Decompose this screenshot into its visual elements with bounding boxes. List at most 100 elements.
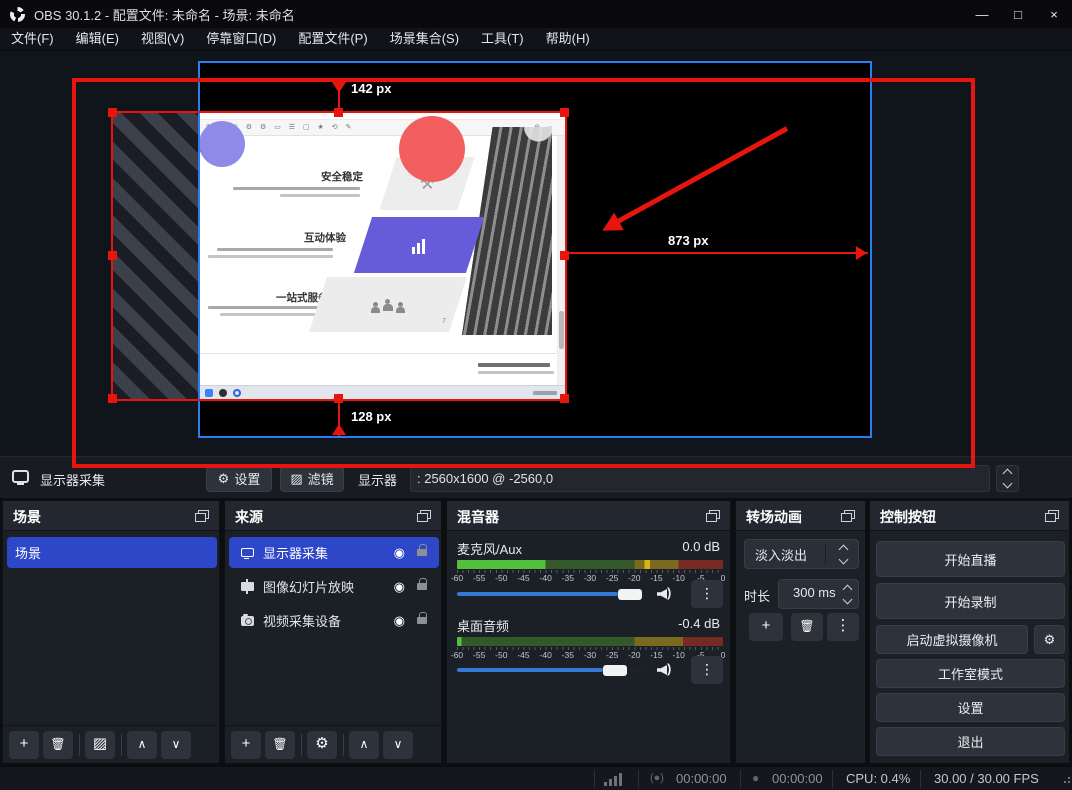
selection-handle-top-center[interactable] <box>334 108 343 117</box>
menu-help[interactable]: 帮助(H) <box>535 28 601 50</box>
transition-options-button[interactable]: ⋮ <box>827 613 859 641</box>
scene-item[interactable]: 场景 <box>7 537 217 568</box>
popout-dock-icon[interactable] <box>417 510 431 522</box>
scene-filters-button[interactable]: ▨ <box>85 731 115 759</box>
meter-scale-label: -55 <box>473 650 485 660</box>
meter-scale-label: -25 <box>606 650 618 660</box>
meter-scale-label: -30 <box>584 650 596 660</box>
start-streaming-button[interactable]: 开始直播 <box>876 541 1065 577</box>
monitor-icon <box>12 470 29 483</box>
volume-slider[interactable] <box>457 587 645 601</box>
menu-file[interactable]: 文件(F) <box>0 28 65 50</box>
selection-handle-bottom-center[interactable] <box>334 394 343 403</box>
settings-button[interactable]: 设置 <box>876 693 1065 722</box>
minimize-button[interactable]: — <box>964 0 1000 28</box>
cpu-usage: CPU: 0.4% <box>846 771 910 786</box>
popout-dock-icon[interactable] <box>706 510 720 522</box>
add-transition-button[interactable]: + <box>749 613 783 641</box>
meter-scale-label: -35 <box>562 650 574 660</box>
transition-select[interactable]: 淡入淡出 <box>744 539 859 569</box>
lock-icon[interactable] <box>417 583 427 590</box>
meter-scale: -60-55-50-45-40-35-30-25-20-15-10-50 <box>457 647 723 661</box>
exit-button[interactable]: 退出 <box>876 727 1065 756</box>
meter-scale-label: -25 <box>606 573 618 583</box>
sources-panel: 来源 显示器采集 ◉ 图像幻灯片放映 ◉ 视频采集设备 ◉ + 🗑 ⚙ ∧ <box>224 500 442 764</box>
selection-handle-middle-left[interactable] <box>108 251 117 260</box>
start-virtual-camera-button[interactable]: 启动虚拟摄像机 <box>876 625 1028 654</box>
selection-handle-top-right[interactable] <box>560 108 569 117</box>
popout-dock-icon[interactable] <box>841 510 855 522</box>
menu-tools[interactable]: 工具(T) <box>470 28 535 50</box>
source-selection-box[interactable] <box>111 111 567 401</box>
source-filters-button[interactable]: ▨滤镜 <box>280 465 344 492</box>
channel-options-button[interactable]: ⋮ <box>691 580 723 608</box>
virtual-camera-settings-button[interactable]: ⚙ <box>1034 625 1065 654</box>
record-time: 00:00:00 <box>772 771 823 786</box>
sources-title: 来源 <box>235 507 263 527</box>
remove-transition-button[interactable]: 🗑 <box>791 613 823 641</box>
studio-mode-button[interactable]: 工作室模式 <box>876 659 1065 688</box>
menu-scene-collection[interactable]: 场景集合(S) <box>379 28 470 50</box>
menu-view[interactable]: 视图(V) <box>130 28 195 50</box>
menu-profile[interactable]: 配置文件(P) <box>287 28 378 50</box>
volume-meter <box>457 560 723 569</box>
remove-scene-button[interactable]: 🗑 <box>43 731 73 759</box>
close-button[interactable]: × <box>1036 0 1072 28</box>
channel-db-value: -0.4 dB <box>678 616 720 631</box>
volume-meter <box>457 637 723 646</box>
filter-icon: ▨ <box>290 471 302 487</box>
maximize-button[interactable]: □ <box>1000 0 1036 28</box>
channel-options-button[interactable]: ⋮ <box>691 656 723 684</box>
resize-grip[interactable] <box>1064 781 1066 783</box>
preview-area[interactable]: Ⅱ ✕ ▢ ⚙ ⚙ ▭ ☰ ▢ ★ ⟲ ✎ ⊖ ⋯ 播优点 ≋ 安全稳定 互动体… <box>0 51 1072 456</box>
add-source-button[interactable]: + <box>231 731 261 759</box>
source-properties-button[interactable]: ⚙ <box>307 731 337 759</box>
selection-handle-bottom-left[interactable] <box>108 394 117 403</box>
source-properties-button[interactable]: ⚙设置 <box>206 465 272 492</box>
channel-name: 桌面音频 <box>457 616 509 635</box>
obs-logo-icon <box>10 7 25 22</box>
spacing-arrow-top <box>332 82 346 93</box>
add-scene-button[interactable]: + <box>9 731 39 759</box>
monitor-select-spinner[interactable] <box>996 465 1019 492</box>
spacing-arrow-bottom <box>332 424 346 435</box>
visibility-eye-icon[interactable]: ◉ <box>394 613 405 629</box>
monitor-select-label: 显示器 <box>358 470 397 489</box>
start-recording-button[interactable]: 开始录制 <box>876 583 1065 619</box>
source-row-video-capture[interactable]: 视频采集设备 ◉ <box>229 605 439 636</box>
stream-status-icon: (●) <box>650 772 664 784</box>
menu-docks[interactable]: 停靠窗口(D) <box>195 28 287 50</box>
selection-handle-middle-right[interactable] <box>560 251 569 260</box>
channel-name: 麦克风/Aux <box>457 539 522 558</box>
move-source-down-button[interactable]: ∨ <box>383 731 413 759</box>
visibility-eye-icon[interactable]: ◉ <box>394 579 405 595</box>
move-scene-down-button[interactable]: ∨ <box>161 731 191 759</box>
move-scene-up-button[interactable]: ∧ <box>127 731 157 759</box>
duration-spinbox[interactable]: 300 ms <box>778 579 859 609</box>
visibility-eye-icon[interactable]: ◉ <box>394 545 405 561</box>
popout-dock-icon[interactable] <box>195 510 209 522</box>
volume-slider[interactable] <box>457 663 645 677</box>
fps-indicator: 30.00 / 30.00 FPS <box>934 771 1039 786</box>
move-source-up-button[interactable]: ∧ <box>349 731 379 759</box>
transitions-panel: 转场动画 淡入淡出 时长 300 ms + 🗑 ⋮ <box>735 500 866 764</box>
monitor-select-dropdown[interactable]: : 2560x1600 @ -2560,0 <box>410 465 990 492</box>
source-row-display-capture[interactable]: 显示器采集 ◉ <box>229 537 439 568</box>
transitions-title: 转场动画 <box>746 507 802 527</box>
menu-bar: 文件(F) 编辑(E) 视图(V) 停靠窗口(D) 配置文件(P) 场景集合(S… <box>0 28 1072 51</box>
preview-source-toolbar: 显示器采集 ⚙设置 ▨滤镜 显示器 : 2560x1600 @ -2560,0 <box>0 456 1072 498</box>
record-status-icon: ● <box>752 771 759 785</box>
selection-handle-bottom-right[interactable] <box>560 394 569 403</box>
lock-icon[interactable] <box>417 617 427 624</box>
controls-title: 控制按钮 <box>880 507 936 527</box>
speaker-icon[interactable] <box>657 663 673 677</box>
selection-handle-top-left[interactable] <box>108 108 117 117</box>
window-title: OBS 30.1.2 - 配置文件: 未命名 - 场景: 未命名 <box>34 5 295 24</box>
menu-edit[interactable]: 编辑(E) <box>65 28 130 50</box>
popout-dock-icon[interactable] <box>1045 510 1059 522</box>
remove-source-button[interactable]: 🗑 <box>265 731 295 759</box>
meter-scale-label: -40 <box>540 573 552 583</box>
lock-icon[interactable] <box>417 549 427 556</box>
speaker-icon[interactable] <box>657 587 673 601</box>
source-row-image-slideshow[interactable]: 图像幻灯片放映 ◉ <box>229 571 439 602</box>
